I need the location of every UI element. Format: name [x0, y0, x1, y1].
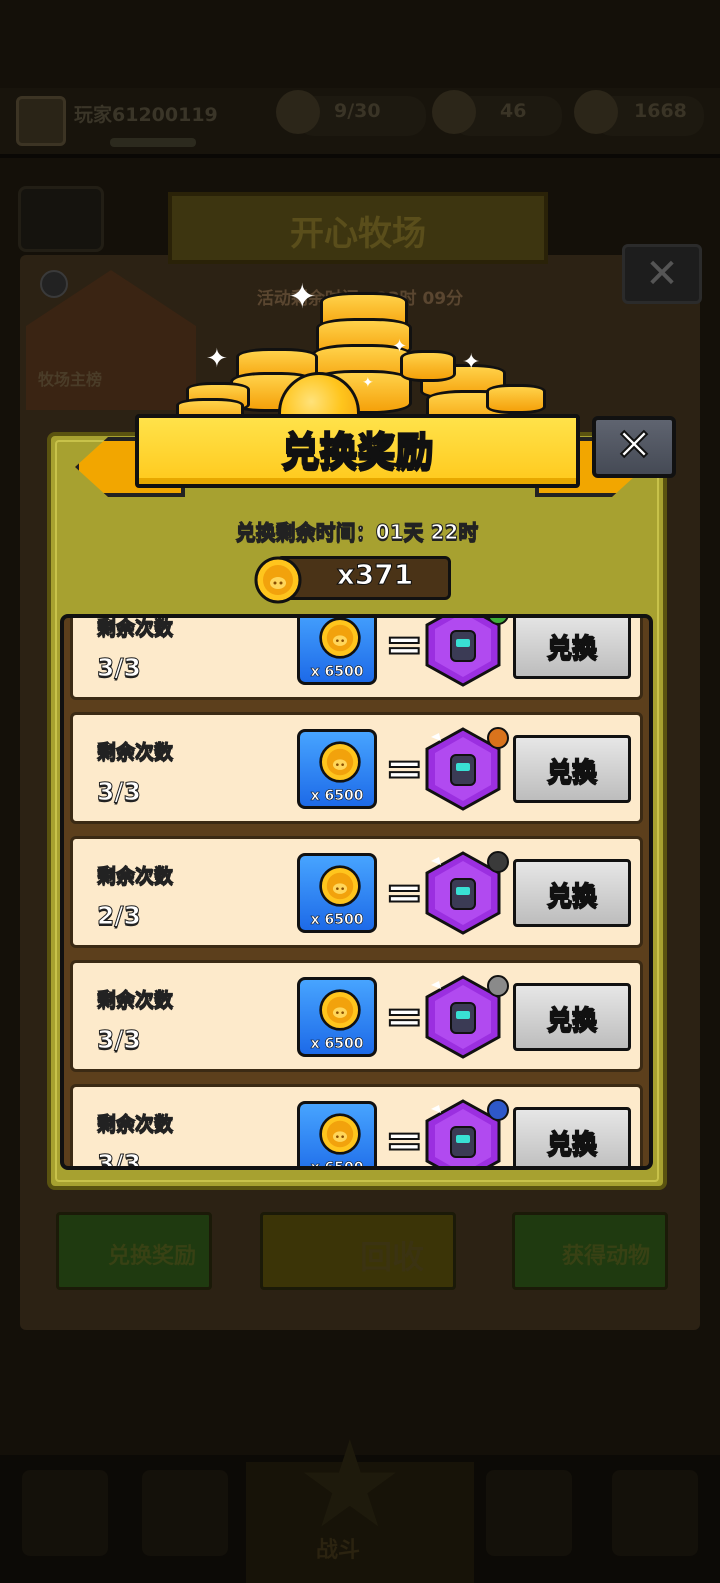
gold-icon	[574, 90, 618, 134]
exchange-button[interactable]: 兑换	[513, 859, 631, 927]
exchange-button-label: 兑换	[546, 1128, 598, 1159]
coin-balance: x371	[336, 558, 414, 592]
cost-amount: x 6500	[310, 912, 364, 929]
pig-coin-icon	[319, 1113, 361, 1155]
ranking-label[interactable]: 牧场主榜	[38, 366, 102, 390]
reward-badge-icon	[487, 975, 509, 997]
pig-coin-icon	[319, 989, 361, 1031]
exchange-button[interactable]: 兑换	[513, 618, 631, 679]
exchange-row-2: 剩余次数 3/3 x 6500 = 兑换	[70, 712, 643, 824]
nav-equipment-tab[interactable]	[142, 1470, 228, 1556]
player-exp-bar	[110, 138, 196, 147]
equals-icon: =	[384, 1112, 425, 1167]
exchange-button[interactable]: 兑换	[513, 983, 631, 1051]
equals-icon: =	[384, 740, 425, 796]
energy-icon	[276, 90, 320, 134]
cost-amount: x 6500	[310, 788, 364, 805]
bg-get-animal-label: 获得动物	[562, 1244, 651, 1269]
equals-icon: =	[384, 864, 425, 920]
pig-coin-icon	[319, 741, 361, 783]
close-icon: ✕	[615, 419, 654, 472]
remaining-count: 2/3	[97, 901, 142, 931]
remaining-count: 3/3	[97, 653, 142, 683]
reward-badge-icon	[487, 727, 509, 749]
exchange-button-label: 兑换	[546, 632, 598, 663]
cost-amount: x 6500	[310, 1036, 364, 1053]
cost-tile: x 6500	[297, 729, 377, 809]
gold-value: 1668	[634, 100, 687, 122]
cost-amount: x 6500	[310, 1160, 364, 1170]
nav-shop-tab[interactable]	[22, 1470, 108, 1556]
pig-coin-icon	[319, 865, 361, 907]
exchange-button-label: 兑换	[546, 1004, 598, 1035]
exchange-timer: 兑换剩余时间：01天 22时	[235, 520, 479, 545]
popup-close-button[interactable]: ✕	[592, 416, 676, 478]
reward-badge-icon	[487, 851, 509, 873]
menu-button[interactable]	[18, 186, 104, 252]
nav-battle-label: 战斗	[316, 1538, 361, 1563]
popup-title: 兑换奖励	[280, 428, 434, 474]
pig-coin-icon	[254, 556, 302, 604]
cost-tile: x 6500	[297, 618, 377, 685]
exchange-button[interactable]: 兑换	[513, 1107, 631, 1166]
player-name: 玩家61200119	[74, 104, 218, 126]
exchange-list[interactable]: 剩余次数 3/3 x 6500 = 兑换 剩余次数 3/3 x 6500 = 兑…	[60, 614, 653, 1170]
remaining-count: 3/3	[97, 777, 142, 807]
cost-tile: x 6500	[297, 977, 377, 1057]
bg-recycle-button[interactable]	[260, 1212, 456, 1290]
bg-recycle-label: 回收	[360, 1238, 425, 1276]
player-avatar[interactable]	[16, 96, 66, 146]
exchange-button[interactable]: 兑换	[513, 735, 631, 803]
remaining-label: 剩余次数	[96, 989, 174, 1012]
cost-amount: x 6500	[310, 664, 364, 681]
nav-talent-tab[interactable]	[486, 1470, 572, 1556]
exchange-row-1: 剩余次数 3/3 x 6500 = 兑换	[70, 617, 643, 700]
nav-evolve-tab[interactable]	[612, 1470, 698, 1556]
event-title: 开心牧场	[290, 214, 426, 254]
exchange-row-5: 剩余次数 3/3 x 6500 = 兑换	[70, 1084, 643, 1170]
equals-icon: =	[384, 617, 425, 672]
exchange-button-label: 兑换	[546, 756, 598, 787]
cost-tile: x 6500	[297, 853, 377, 933]
remaining-label: 剩余次数	[96, 865, 174, 888]
remaining-label: 剩余次数	[96, 741, 174, 764]
exchange-button-label: 兑换	[546, 880, 598, 911]
bg-exchange-label: 兑换奖励	[108, 1244, 197, 1269]
remaining-count: 3/3	[97, 1025, 142, 1055]
remaining-label: 剩余次数	[96, 1113, 174, 1136]
cost-tile: x 6500	[297, 1101, 377, 1170]
pig-coin-icon	[319, 618, 361, 659]
chest-armor-icon	[425, 618, 501, 687]
remaining-count: 3/3	[97, 1149, 142, 1170]
equals-icon: =	[384, 988, 425, 1044]
gem-icon	[432, 90, 476, 134]
exchange-row-4: 剩余次数 3/3 x 6500 = 兑换	[70, 960, 643, 1072]
gem-value: 46	[500, 100, 527, 122]
energy-value: 9/30	[334, 100, 381, 122]
reward-badge-icon	[487, 1099, 509, 1121]
remaining-label: 剩余次数	[96, 617, 174, 640]
exchange-row-3: 剩余次数 2/3 x 6500 = 兑换	[70, 836, 643, 948]
